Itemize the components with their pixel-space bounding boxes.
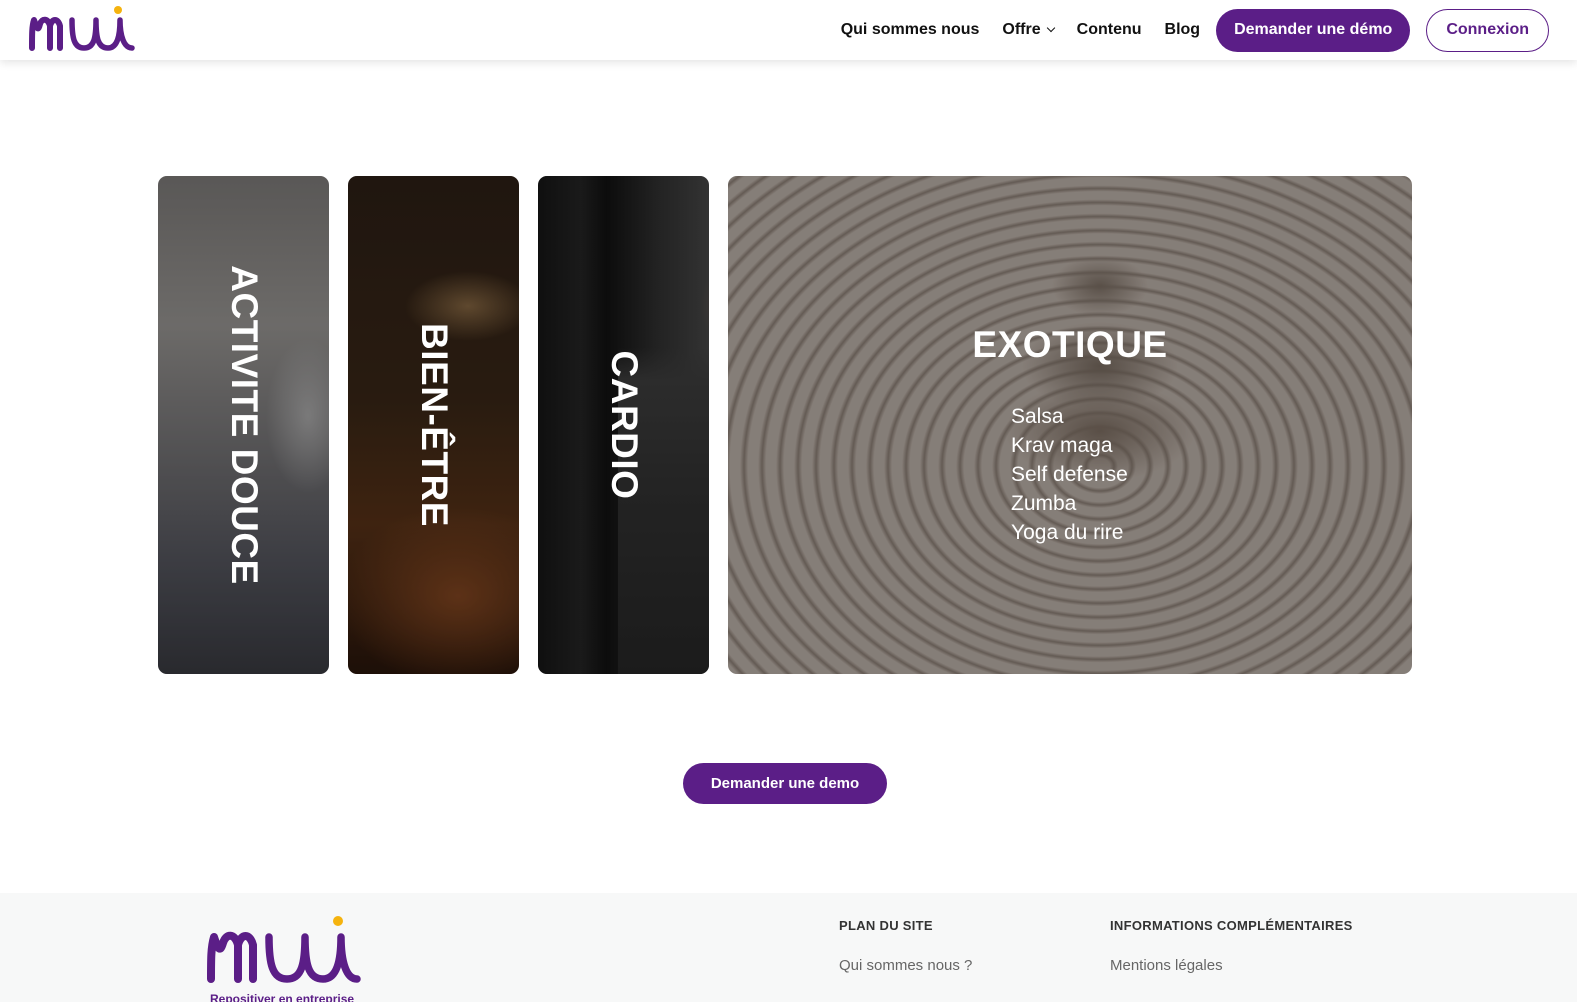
footer-heading: INFORMATIONS COMPLÉMENTAIRES bbox=[1110, 918, 1353, 933]
footer-column-site-map: PLAN DU SITE Qui sommes nous ? bbox=[839, 918, 972, 974]
footer-column-informations: INFORMATIONS COMPLÉMENTAIRES Mentions lé… bbox=[1110, 918, 1353, 974]
card-activite-douce[interactable]: ACTIVITE DOUCE bbox=[158, 176, 329, 674]
nav-offre[interactable]: Offre bbox=[1002, 21, 1055, 39]
nav-qui-sommes-nous[interactable]: Qui sommes nous bbox=[841, 21, 980, 39]
list-item: Salsa bbox=[1011, 405, 1064, 428]
list-item: Yoga du rire bbox=[1011, 521, 1124, 544]
mu-footer-logo[interactable] bbox=[205, 911, 365, 991]
list-item: Krav maga bbox=[1011, 434, 1113, 457]
nav-contenu[interactable]: Contenu bbox=[1077, 21, 1142, 39]
request-demo-button[interactable]: Demander une démo bbox=[1216, 8, 1411, 52]
footer-heading: PLAN DU SITE bbox=[839, 918, 933, 933]
site-footer: Repositiver en entreprise PLAN DU SITE Q… bbox=[0, 893, 1577, 1002]
main-nav: Qui sommes nous Offre Contenu Blog Deman… bbox=[841, 0, 1549, 60]
card-title: CARDIO bbox=[603, 350, 645, 500]
exotique-activity-list: Salsa Krav maga Self defense Zumba Yoga … bbox=[1011, 402, 1128, 547]
nav-label: Offre bbox=[1002, 21, 1041, 38]
chevron-down-icon bbox=[1046, 23, 1055, 33]
nav-label: Qui sommes nous bbox=[840, 21, 980, 38]
card-exotique[interactable]: EXOTIQUE Salsa Krav maga Self defense Zu… bbox=[728, 176, 1412, 674]
mu-logo[interactable] bbox=[28, 4, 138, 56]
nav-label: Blog bbox=[1164, 21, 1201, 38]
request-demo-cta-button[interactable]: Demander une demo bbox=[683, 763, 887, 804]
list-item: Self defense bbox=[1011, 463, 1128, 486]
card-cardio[interactable]: CARDIO bbox=[538, 176, 709, 674]
card-title: BIEN-ÊTRE bbox=[413, 323, 455, 527]
card-title: ACTIVITE DOUCE bbox=[223, 265, 265, 585]
nav-blog[interactable]: Blog bbox=[1165, 21, 1201, 39]
login-button[interactable]: Connexion bbox=[1426, 8, 1549, 52]
nav-label: Contenu bbox=[1076, 21, 1142, 38]
card-title: EXOTIQUE bbox=[972, 324, 1168, 365]
footer-tagline: Repositiver en entreprise bbox=[210, 992, 355, 1002]
card-bien-etre[interactable]: BIEN-ÊTRE bbox=[348, 176, 519, 674]
list-item: Zumba bbox=[1011, 492, 1077, 515]
site-header: Qui sommes nous Offre Contenu Blog Deman… bbox=[0, 0, 1577, 60]
footer-link-mentions-legales[interactable]: Mentions légales bbox=[1110, 957, 1353, 974]
footer-link-qui-sommes-nous[interactable]: Qui sommes nous ? bbox=[839, 957, 972, 974]
